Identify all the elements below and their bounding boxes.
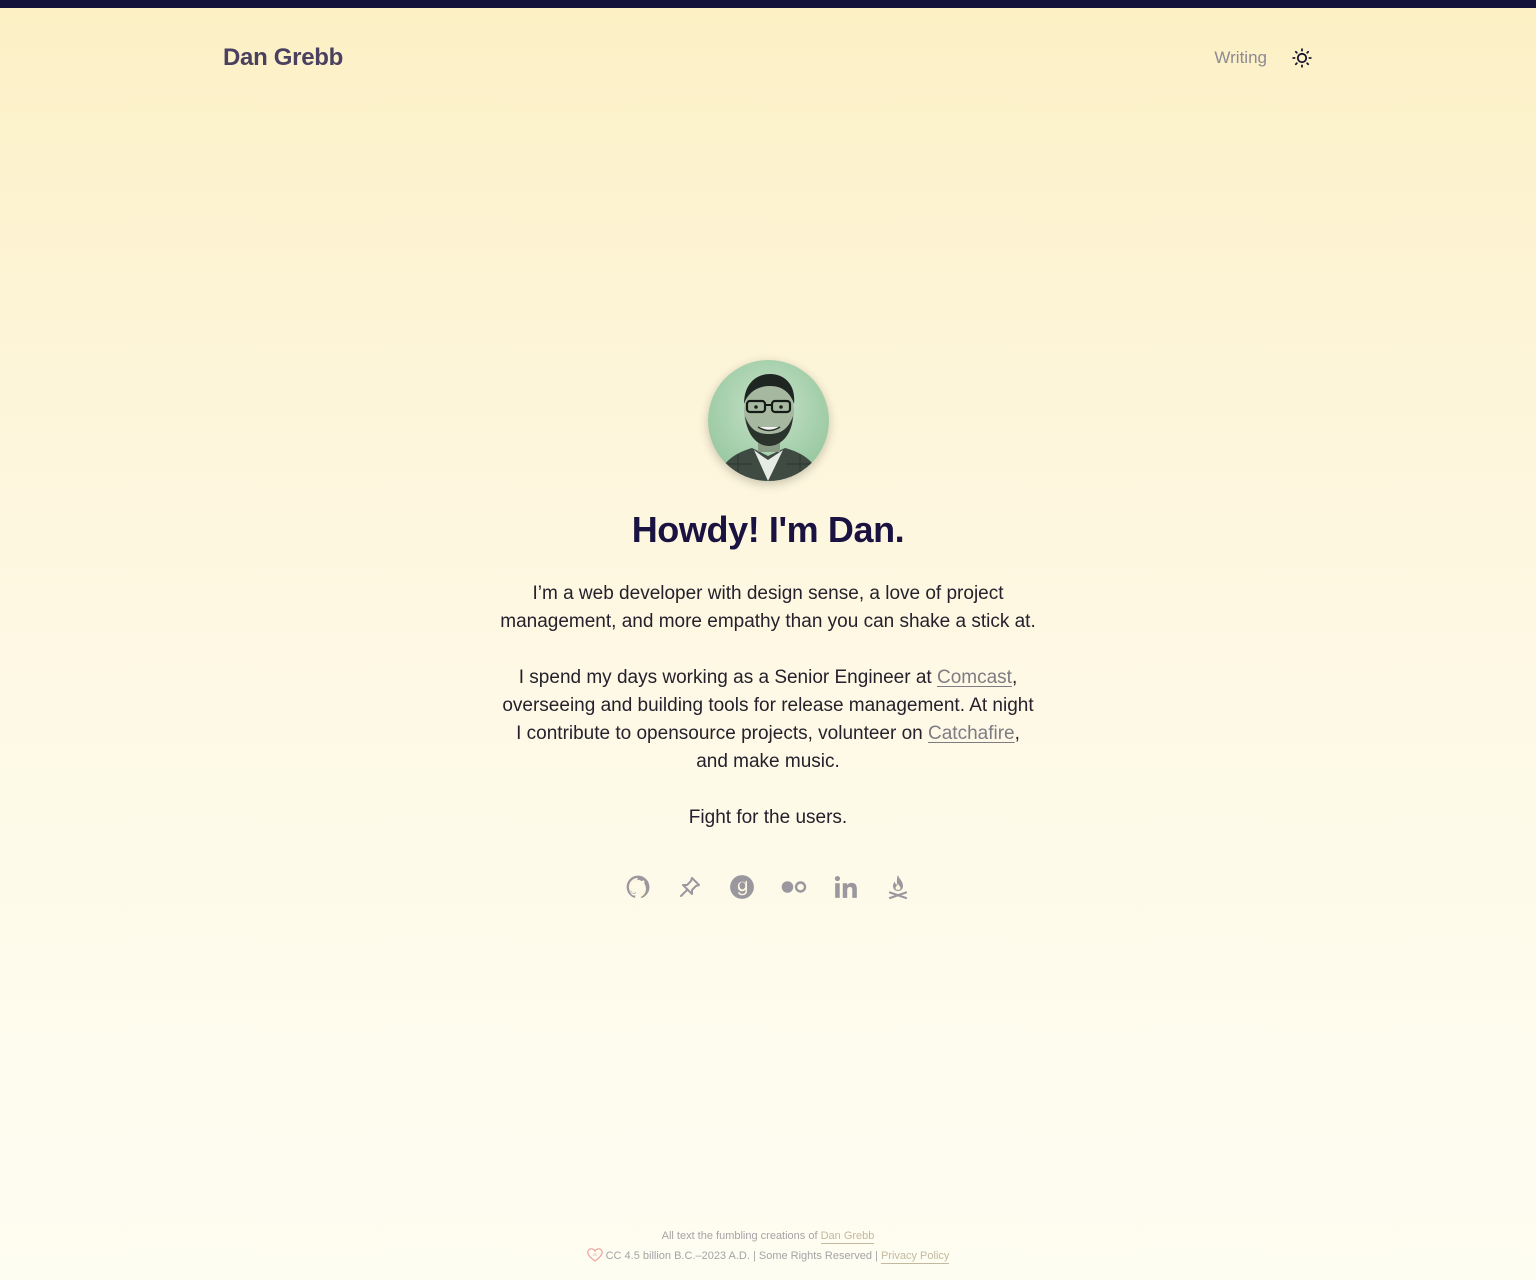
work-paragraph: I spend my days working as a Senior Engi… — [498, 664, 1038, 776]
svg-text:cc: cc — [592, 1252, 597, 1257]
footer-author-link[interactable]: Dan Grebb — [820, 1230, 875, 1244]
site-header: Dan Grebb Writing — [223, 40, 1313, 76]
footer-credit-line: All text the fumbling creations of Dan G… — [0, 1226, 1536, 1246]
social-links — [624, 872, 912, 902]
avatar — [707, 360, 829, 481]
linkedin-icon[interactable] — [832, 873, 860, 901]
hero-section: Howdy! I'm Dan. I’m a web developer with… — [468, 360, 1068, 902]
github-icon[interactable] — [624, 873, 652, 901]
hero-heading: Howdy! I'm Dan. — [631, 509, 905, 550]
footer-credit-text: All text the fumbling creations of — [661, 1230, 821, 1242]
intro-paragraph: I’m a web developer with design sense, a… — [500, 583, 1036, 632]
main-nav: Writing — [1214, 47, 1313, 69]
catchafire-link[interactable]: Catchafire — [928, 723, 1015, 744]
theme-toggle-button[interactable] — [1291, 47, 1313, 69]
campfire-icon[interactable] — [884, 873, 912, 901]
footer-license-line: cc CC 4.5 billion B.C.–2023 A.D. | Some … — [0, 1246, 1536, 1266]
site-footer: All text the fumbling creations of Dan G… — [0, 1226, 1536, 1266]
flickr-icon[interactable] — [780, 873, 808, 901]
work-text-1: I spend my days working as a Senior Engi… — [518, 667, 937, 688]
goodreads-icon[interactable] — [728, 873, 756, 901]
pinboard-icon[interactable] — [676, 873, 704, 901]
privacy-policy-link[interactable]: Privacy Policy — [880, 1250, 950, 1264]
comcast-link[interactable]: Comcast — [937, 667, 1012, 688]
tagline: Fight for the users. — [688, 807, 848, 828]
sun-icon — [1292, 48, 1312, 68]
creative-commons-heart-icon: cc — [586, 1248, 603, 1262]
site-brand-link[interactable]: Dan Grebb — [223, 44, 343, 72]
nav-link-writing[interactable]: Writing — [1214, 48, 1267, 68]
top-accent-bar — [0, 0, 1536, 8]
footer-license-text: CC 4.5 billion B.C.–2023 A.D. | Some Rig… — [605, 1250, 881, 1262]
